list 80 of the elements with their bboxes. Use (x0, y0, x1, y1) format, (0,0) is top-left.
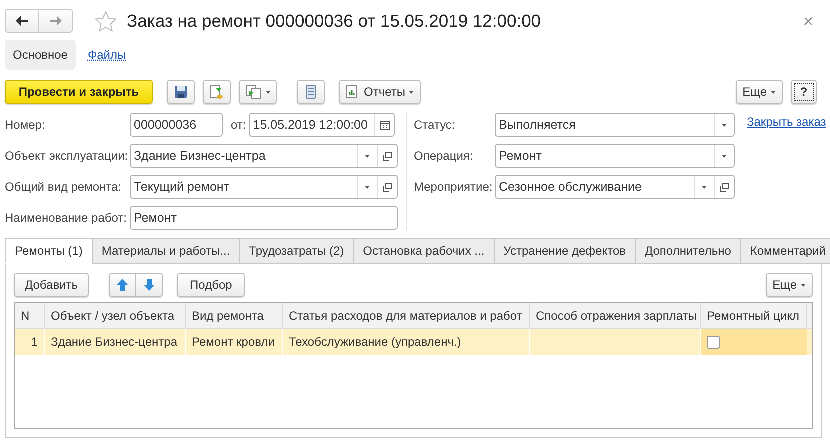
input-field[interactable]: 15.05.2019 12:00:00 (250, 114, 374, 136)
documents-arrow-icon (246, 84, 262, 100)
more-button[interactable]: Еще (736, 80, 783, 104)
back-arrow-icon (16, 16, 28, 26)
combo-box[interactable]: Здание Бизнес-центра (130, 144, 398, 168)
table-cell: Здание Бизнес-центра (45, 329, 186, 355)
field-label: Статус: (414, 117, 456, 134)
field-label: от: (231, 117, 246, 134)
tab[interactable]: Остановка рабочих ... (353, 238, 495, 264)
up-arrow-icon (117, 279, 128, 291)
open-window-icon (383, 152, 392, 160)
input-field[interactable]: Ремонт (131, 207, 397, 229)
caret-icon (266, 90, 270, 94)
open-window-icon (720, 182, 729, 192)
input-field[interactable]: Текущий ремонт (131, 176, 357, 198)
column-header: Объект / узел объекта (45, 303, 186, 328)
field-label: Мероприятие: (414, 179, 494, 196)
tab[interactable]: Ремонты (1) (5, 238, 93, 264)
create-based-on-button[interactable] (239, 80, 277, 104)
close-order-link[interactable]: Закрыть заказ (747, 113, 826, 131)
column-header: Ремонтный цикл (701, 303, 807, 328)
tab[interactable]: Дополнительно (635, 238, 742, 264)
combo-box[interactable]: 15.05.2019 12:00:00 (249, 113, 396, 137)
calendar-icon (380, 120, 390, 130)
section-tab[interactable]: Основное (5, 40, 76, 70)
combo-box[interactable]: Ремонт (495, 144, 735, 168)
caret-icon (801, 284, 806, 286)
open-window-icon (383, 182, 392, 192)
report-icon (346, 85, 360, 99)
document-arrow-icon (209, 84, 225, 100)
favorite-star-icon[interactable] (95, 10, 117, 32)
table-cell: 1 (15, 329, 45, 355)
caret-icon (409, 90, 414, 94)
move-up-button[interactable] (109, 273, 136, 297)
save-button[interactable] (167, 80, 195, 104)
column-header: Статья расходов для материалов и работ (283, 303, 530, 328)
caret-icon (365, 154, 370, 158)
column-header: Вид ремонта (186, 303, 283, 328)
input-field[interactable]: 000000036 (131, 114, 222, 136)
tab[interactable]: Комментарий (740, 238, 830, 264)
table-cell: Техобслуживание (управленч.) (283, 329, 530, 355)
more-button[interactable]: Еще (766, 273, 813, 297)
checkbox[interactable] (707, 336, 720, 348)
list-button[interactable] (297, 80, 325, 104)
caret-icon (722, 124, 727, 126)
input-field[interactable]: Сезонное обслуживание (496, 176, 694, 198)
caret-icon (702, 186, 707, 188)
list-icon (306, 85, 316, 99)
caret-icon (365, 186, 370, 188)
caret-icon (722, 154, 727, 158)
column-header: N (15, 303, 45, 328)
field-label: Наименование работ: (5, 210, 128, 227)
help-button[interactable]: ? (791, 80, 817, 104)
move-down-button[interactable] (136, 273, 164, 297)
field-label: Операция: (414, 148, 474, 165)
section-tab[interactable]: Файлы (80, 40, 134, 70)
field-label: Номер: (5, 117, 46, 134)
forward-arrow-icon (50, 16, 62, 26)
tab[interactable]: Трудозатраты (2) (239, 238, 354, 264)
tab[interactable]: Устранение дефектов (494, 238, 636, 264)
combo-box[interactable]: Текущий ремонт (130, 175, 398, 199)
input-field[interactable]: Здание Бизнес-центра (131, 145, 357, 167)
post-and-close-button[interactable]: Провести и закрыть (5, 80, 153, 104)
field-label: Общий вид ремонта: (5, 179, 123, 196)
column-header: Способ отражения зарплаты (530, 303, 701, 328)
post-button[interactable] (203, 80, 231, 104)
add-button[interactable]: Добавить (14, 273, 90, 297)
input-field[interactable]: Выполняется (496, 114, 714, 136)
tab[interactable]: Материалы и работы... (92, 238, 240, 264)
combo-box[interactable]: Сезонное обслуживание (495, 175, 735, 199)
close-icon[interactable] (804, 16, 813, 26)
window-title: Заказ на ремонт 000000036 от 15.05.2019 12:00:00 (127, 10, 542, 33)
field-label: Объект эксплуатации: (5, 148, 130, 165)
pick-button[interactable]: Подбор (177, 273, 246, 297)
input-field[interactable]: Ремонт (496, 145, 714, 167)
table-cell: Ремонт кровли (186, 329, 283, 355)
caret-icon (771, 90, 776, 94)
reports-button[interactable]: Отчеты (339, 80, 422, 104)
down-arrow-icon (144, 279, 155, 291)
combo-box[interactable]: Выполняется (495, 113, 735, 137)
